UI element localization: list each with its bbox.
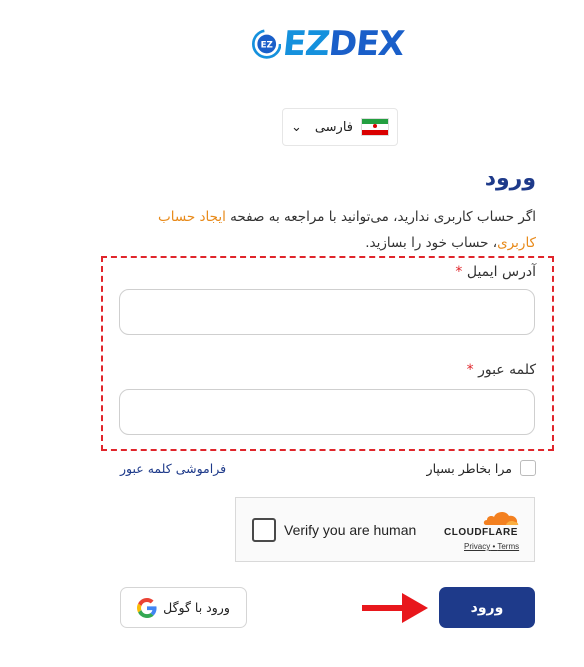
captcha-label: Verify you are human [284,522,417,538]
google-login-button[interactable]: ورود با گوگل [120,587,247,628]
chevron-down-icon: ⌄ [291,119,302,135]
cloudflare-brand: CLOUDFLARE [444,527,518,538]
terms-link[interactable]: Terms [497,542,519,551]
privacy-link[interactable]: Privacy [464,542,490,551]
email-label: آدرس ایمیل * [455,264,536,280]
required-mark: * [466,362,474,378]
captcha-checkbox[interactable] [252,518,276,542]
password-input[interactable] [119,389,535,435]
cloudflare-cloud-icon [483,511,519,525]
logo-mark-icon: EZ [252,29,282,59]
intro-text: اگر حساب کاربری ندارید، می‌توانید با مرا… [136,204,536,256]
email-input[interactable] [119,289,535,335]
intro-before: اگر حساب کاربری ندارید، می‌توانید با مرا… [225,209,536,225]
red-arrow-annotation-icon [362,593,428,623]
password-label: کلمه عبور * [466,362,536,378]
remember-checkbox[interactable] [520,460,536,476]
google-login-label: ورود با گوگل [163,600,230,615]
logo-wordmark: EZDEX [281,22,406,66]
iran-flag-icon [361,118,389,136]
page-title: ورود [484,166,536,191]
remember-label: مرا بخاطر بسپار [426,460,512,476]
google-icon [137,597,157,618]
intro-after: ، حساب خود را بسازید. [365,235,498,251]
remember-me[interactable]: مرا بخاطر بسپار [427,460,536,476]
required-mark: * [455,264,463,280]
language-select[interactable]: ⌄ فارسی [282,108,398,146]
cloudflare-links: Privacy • Terms [464,542,520,551]
cloudflare-captcha: Verify you are human CLOUDFLARE Privacy … [235,497,535,562]
login-button[interactable]: ورود [439,587,535,628]
logo-dex: DEX [327,24,407,64]
language-label: فارسی [314,119,353,135]
svg-text:EZ: EZ [261,40,273,50]
ezdex-logo: EZ EZDEX [252,22,406,66]
logo-ez: EZ [281,24,332,64]
forgot-password-link[interactable]: فراموشی کلمه عبور [120,461,226,476]
